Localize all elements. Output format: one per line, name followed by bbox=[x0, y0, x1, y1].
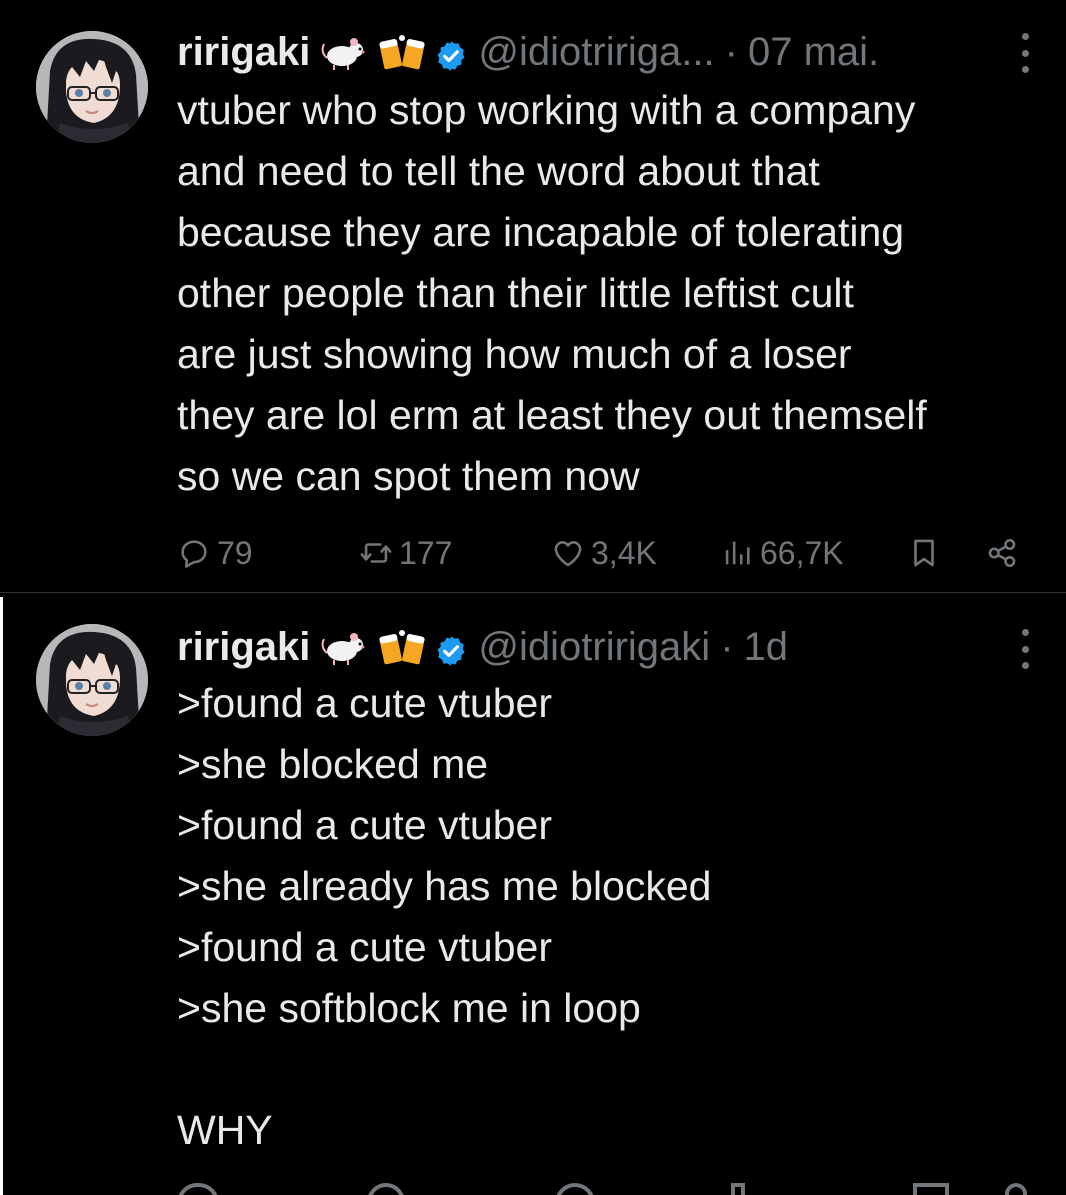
tweet-header: ririgaki bbox=[177, 619, 788, 675]
vertical-ellipsis-icon[interactable] bbox=[1012, 33, 1038, 73]
beer-mugs-icon bbox=[378, 627, 426, 667]
avatar[interactable] bbox=[36, 624, 148, 736]
tweet-text: vtuber who stop working with a company a… bbox=[177, 87, 927, 499]
share-nodes-icon[interactable] bbox=[1005, 1183, 1027, 1195]
reply-button[interactable]: 79 bbox=[177, 525, 253, 581]
bookmark-icon bbox=[914, 539, 934, 567]
bar-chart-icon bbox=[725, 541, 750, 565]
vertical-ellipsis-icon[interactable] bbox=[1012, 629, 1038, 669]
heart-icon bbox=[554, 541, 582, 567]
tweet[interactable]: ririgaki bbox=[0, 597, 1066, 1195]
user-handle[interactable]: @idiotririgaki bbox=[478, 625, 710, 670]
like-button[interactable]: 3,4K bbox=[551, 525, 657, 581]
avatar-image bbox=[36, 31, 148, 143]
tweet-text: >found a cute vtuber >she blocked me >fo… bbox=[177, 680, 712, 1153]
timestamp[interactable]: 1d bbox=[744, 625, 789, 670]
bookmark-icon[interactable] bbox=[913, 1183, 949, 1195]
tweet-header: ririgaki bbox=[177, 24, 879, 80]
verified-badge-icon[interactable] bbox=[434, 630, 468, 666]
views-button[interactable]: 66,7K bbox=[720, 525, 844, 581]
beer-mugs-icon bbox=[378, 32, 426, 72]
retweet-count: 177 bbox=[399, 534, 453, 571]
separator-dot: · bbox=[724, 29, 738, 74]
divider bbox=[0, 592, 1066, 593]
speech-bubble-icon[interactable] bbox=[177, 1183, 219, 1195]
screenshot-edge bbox=[0, 597, 3, 1195]
reply-count: 79 bbox=[217, 534, 253, 571]
rat-emoji-icon bbox=[320, 32, 368, 72]
retweet-arrows-icon bbox=[360, 543, 392, 563]
share-nodes-icon bbox=[988, 538, 1016, 568]
speech-bubble-icon bbox=[181, 540, 207, 568]
retweet-button[interactable]: 177 bbox=[359, 525, 452, 581]
timestamp[interactable]: 07 mai. bbox=[748, 30, 879, 75]
separator-dot: · bbox=[720, 624, 734, 669]
view-count: 66,7K bbox=[760, 534, 844, 571]
bookmark-button[interactable] bbox=[907, 525, 941, 581]
user-handle[interactable]: @idiotririga... bbox=[478, 30, 714, 75]
retweet-arrows-icon[interactable] bbox=[367, 1183, 405, 1195]
display-name[interactable]: ririgaki bbox=[177, 30, 310, 75]
bar-chart-icon[interactable] bbox=[731, 1183, 745, 1195]
heart-icon[interactable] bbox=[555, 1183, 595, 1195]
avatar-image bbox=[36, 624, 148, 736]
rat-emoji-icon bbox=[320, 627, 368, 667]
tweet-actions-partial bbox=[177, 1183, 1037, 1195]
display-name[interactable]: ririgaki bbox=[177, 625, 310, 670]
tweet-actions: 79 177 3,4K 66,7K bbox=[177, 525, 1037, 581]
share-button[interactable] bbox=[985, 525, 1019, 581]
like-count: 3,4K bbox=[591, 534, 657, 571]
verified-badge-icon[interactable] bbox=[434, 35, 468, 71]
tweet[interactable]: ririgaki bbox=[0, 0, 1066, 593]
avatar[interactable] bbox=[36, 31, 148, 143]
